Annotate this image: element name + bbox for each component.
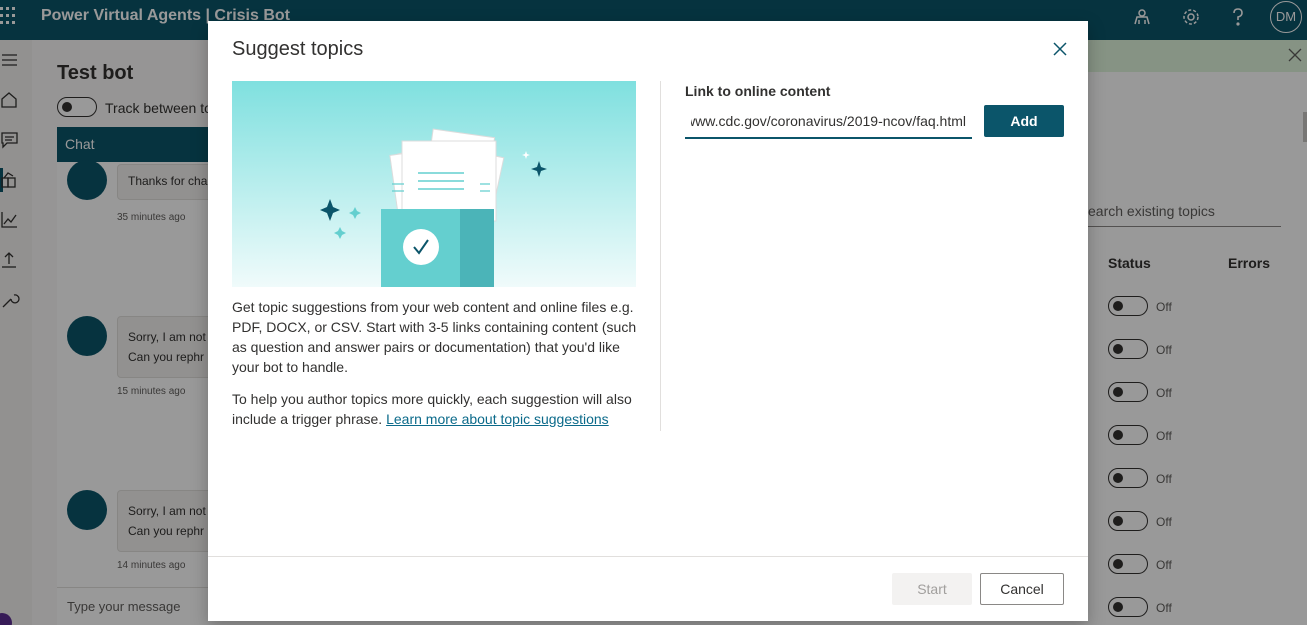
- learn-more-link[interactable]: Learn more about topic suggestions: [386, 411, 609, 427]
- footer-divider: [208, 556, 1088, 557]
- documents-illustration: [232, 81, 636, 287]
- add-button[interactable]: Add: [984, 105, 1064, 137]
- description-paragraph: Get topic suggestions from your web cont…: [232, 299, 637, 375]
- link-input[interactable]: [685, 105, 972, 139]
- suggest-topics-dialog: Suggest topics Get topic suggestions fro…: [208, 21, 1088, 621]
- dialog-title: Suggest topics: [232, 38, 364, 60]
- dialog-description: Get topic suggestions from your web cont…: [232, 297, 642, 441]
- description-paragraph: To help you author topics more quickly, …: [232, 389, 642, 429]
- start-button[interactable]: Start: [892, 573, 972, 605]
- link-field-label: Link to online content: [685, 83, 831, 99]
- cancel-button[interactable]: Cancel: [980, 573, 1064, 605]
- close-icon[interactable]: [1052, 41, 1068, 57]
- vertical-divider: [660, 81, 661, 431]
